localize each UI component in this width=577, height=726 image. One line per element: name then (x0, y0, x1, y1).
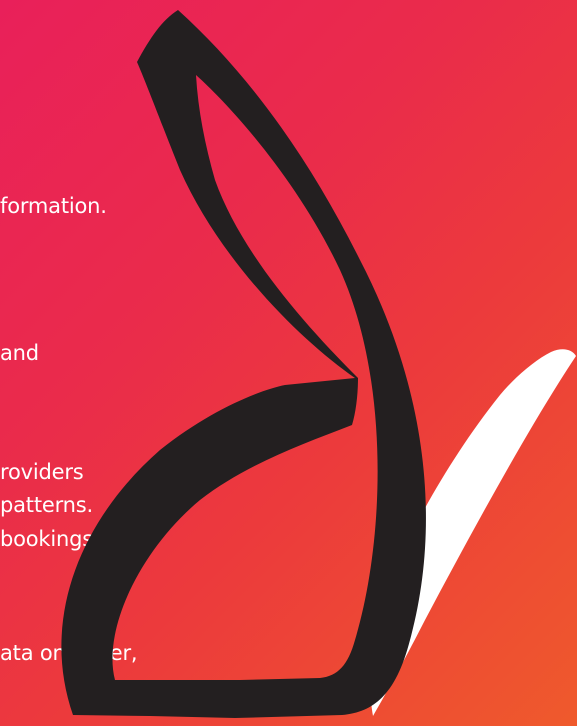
slide-background: formation. and roviders patterns. bookin… (0, 0, 577, 726)
logo-graphic (61, 10, 576, 718)
text-line-4: patterns. (0, 493, 93, 517)
text-line-3: roviders (0, 460, 84, 484)
text-line-2: and (0, 341, 39, 365)
crescent-logo-shape (61, 10, 426, 718)
text-line-5: bookings, (0, 527, 100, 551)
white-check-stroke (370, 349, 576, 716)
text-line-6: ata on water, (0, 641, 138, 665)
text-line-1: formation. (0, 194, 107, 218)
